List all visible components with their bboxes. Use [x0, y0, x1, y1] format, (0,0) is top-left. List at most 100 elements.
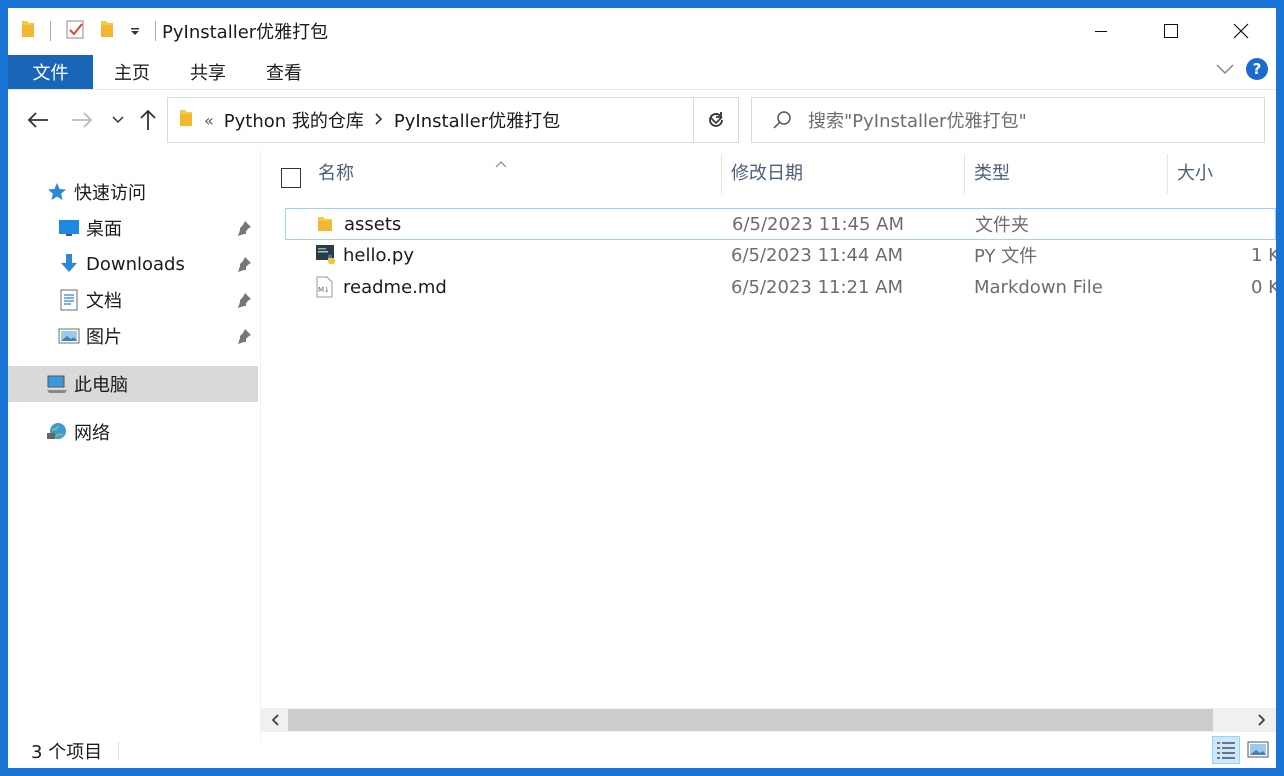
scroll-right-button[interactable]	[1250, 708, 1274, 732]
sidebar-item-label: 快速访问	[74, 183, 146, 204]
desktop-icon	[58, 217, 80, 239]
scroll-left-button[interactable]	[263, 708, 287, 732]
sidebar-item-downloads[interactable]: Downloads	[8, 246, 258, 282]
file-size: 1 K	[1251, 244, 1276, 266]
file-row[interactable]: M↓ readme.md 6/5/2023 11:21 AM Markdown …	[285, 272, 1276, 304]
item-count: 3 个项目	[31, 742, 103, 763]
recent-locations-button[interactable]	[106, 108, 130, 132]
column-label: 修改日期	[731, 163, 803, 184]
up-button[interactable]	[136, 108, 160, 132]
minimize-button[interactable]	[1066, 8, 1136, 54]
column-type[interactable]: 类型	[974, 150, 1164, 194]
refresh-button[interactable]	[693, 97, 739, 143]
pin-icon[interactable]	[236, 328, 252, 349]
file-date: 6/5/2023 11:21 AM	[731, 276, 904, 298]
file-list: 名称 修改日期 类型 大小 assets 6/5/2023 11:45 AM 文…	[261, 150, 1276, 710]
sidebar-item-quick-access[interactable]: 快速访问	[8, 174, 258, 210]
forward-button[interactable]	[70, 108, 94, 132]
navigation-pane: 快速访问 桌面 Downloads 文档 图片 此电脑 网络	[8, 150, 260, 742]
file-date: 6/5/2023 11:45 AM	[732, 213, 905, 235]
maximize-button[interactable]	[1136, 8, 1206, 54]
sidebar-item-label: Downloads	[86, 253, 185, 275]
properties-icon[interactable]	[65, 18, 85, 45]
large-icons-view-button[interactable]	[1244, 736, 1272, 764]
file-row[interactable]: assets 6/5/2023 11:45 AM 文件夹	[285, 208, 1276, 240]
python-file-icon	[315, 240, 337, 270]
column-name[interactable]: 名称	[318, 150, 718, 194]
sidebar-item-network[interactable]: 网络	[8, 414, 258, 450]
column-divider[interactable]	[1167, 154, 1168, 194]
minimize-icon	[1095, 31, 1107, 32]
ribbon-tabs: 文件 主页 共享 查看 ?	[8, 54, 1276, 90]
close-button[interactable]	[1206, 8, 1276, 54]
address-bar[interactable]: « Python 我的仓库 PyInstaller优雅打包	[167, 97, 739, 143]
tab-view[interactable]: 查看	[247, 55, 321, 89]
sidebar-item-label: 桌面	[86, 219, 122, 240]
tab-file[interactable]: 文件	[8, 54, 93, 89]
expand-ribbon-icon[interactable]	[1216, 59, 1234, 80]
window-controls	[1066, 8, 1276, 54]
breadcrumb-item[interactable]: Python 我的仓库	[224, 107, 364, 133]
sidebar-item-label: 文档	[86, 291, 122, 312]
toolbar-divider	[155, 21, 156, 41]
search-placeholder: 搜索"PyInstaller优雅打包"	[808, 111, 1027, 132]
select-all-checkbox[interactable]	[281, 168, 301, 188]
pin-icon[interactable]	[236, 292, 252, 313]
breadcrumb-item[interactable]: PyInstaller优雅打包	[394, 107, 560, 133]
tab-home[interactable]: 主页	[95, 55, 169, 89]
search-icon	[773, 111, 791, 129]
status-divider	[118, 742, 119, 760]
explorer-window: PyInstaller优雅打包 文件 主页 共享 查看 ? « Python 我…	[8, 8, 1276, 768]
folder-icon	[178, 108, 194, 133]
file-type: Markdown File	[974, 276, 1103, 298]
view-switcher	[1212, 736, 1272, 764]
file-name: readme.md	[343, 276, 447, 298]
sidebar-item-pictures[interactable]: 图片	[8, 318, 258, 354]
column-size[interactable]: 大小	[1177, 150, 1276, 194]
column-label: 名称	[318, 163, 354, 184]
search-box[interactable]: 搜索"PyInstaller优雅打包"	[751, 97, 1265, 143]
folder-icon	[20, 19, 36, 44]
pin-icon[interactable]	[236, 220, 252, 241]
column-label: 类型	[974, 163, 1010, 184]
sidebar-item-desktop[interactable]: 桌面	[8, 210, 258, 246]
tab-share[interactable]: 共享	[171, 55, 245, 89]
help-icon[interactable]: ?	[1246, 58, 1268, 80]
markdown-file-icon: M↓	[315, 272, 333, 302]
column-date[interactable]: 修改日期	[731, 150, 961, 194]
sidebar-item-documents[interactable]: 文档	[8, 282, 258, 318]
window-title: PyInstaller优雅打包	[162, 22, 329, 43]
documents-icon	[58, 289, 80, 311]
title-bar: PyInstaller优雅打包	[8, 8, 1276, 54]
horizontal-scrollbar[interactable]	[261, 708, 1276, 732]
chevron-right-icon	[1258, 714, 1266, 726]
toolbar-divider	[50, 21, 51, 41]
details-view-icon	[1217, 742, 1235, 759]
details-view-button[interactable]	[1212, 736, 1240, 764]
scroll-thumb[interactable]	[288, 709, 1213, 731]
forward-arrow-icon	[72, 112, 93, 128]
customize-toolbar-icon[interactable]	[129, 21, 141, 42]
up-arrow-icon	[140, 109, 156, 130]
column-divider[interactable]	[721, 154, 722, 194]
column-header: 名称 修改日期 类型 大小	[261, 150, 1276, 194]
file-row[interactable]: hello.py 6/5/2023 11:44 AM PY 文件 1 K	[285, 240, 1276, 272]
maximize-icon	[1164, 24, 1178, 38]
file-size: 0 K	[1251, 276, 1276, 298]
column-divider[interactable]	[964, 154, 965, 194]
refresh-icon	[709, 112, 723, 127]
status-bar: 3 个项目	[8, 734, 1276, 768]
sidebar-item-label: 此电脑	[74, 375, 128, 396]
download-icon	[58, 253, 80, 275]
large-icons-view-icon	[1247, 741, 1269, 758]
navigation-bar: « Python 我的仓库 PyInstaller优雅打包 搜索"PyInsta…	[8, 90, 1276, 150]
new-folder-icon[interactable]	[99, 19, 115, 44]
breadcrumb-overflow[interactable]: «	[204, 111, 214, 130]
sidebar-item-this-pc[interactable]: 此电脑	[8, 366, 258, 402]
folder-icon	[316, 209, 334, 239]
back-button[interactable]	[26, 108, 50, 132]
pin-icon[interactable]	[236, 256, 252, 277]
star-icon	[46, 181, 68, 203]
chevron-right-icon[interactable]	[374, 110, 384, 131]
svg-text:M↓: M↓	[318, 286, 330, 294]
